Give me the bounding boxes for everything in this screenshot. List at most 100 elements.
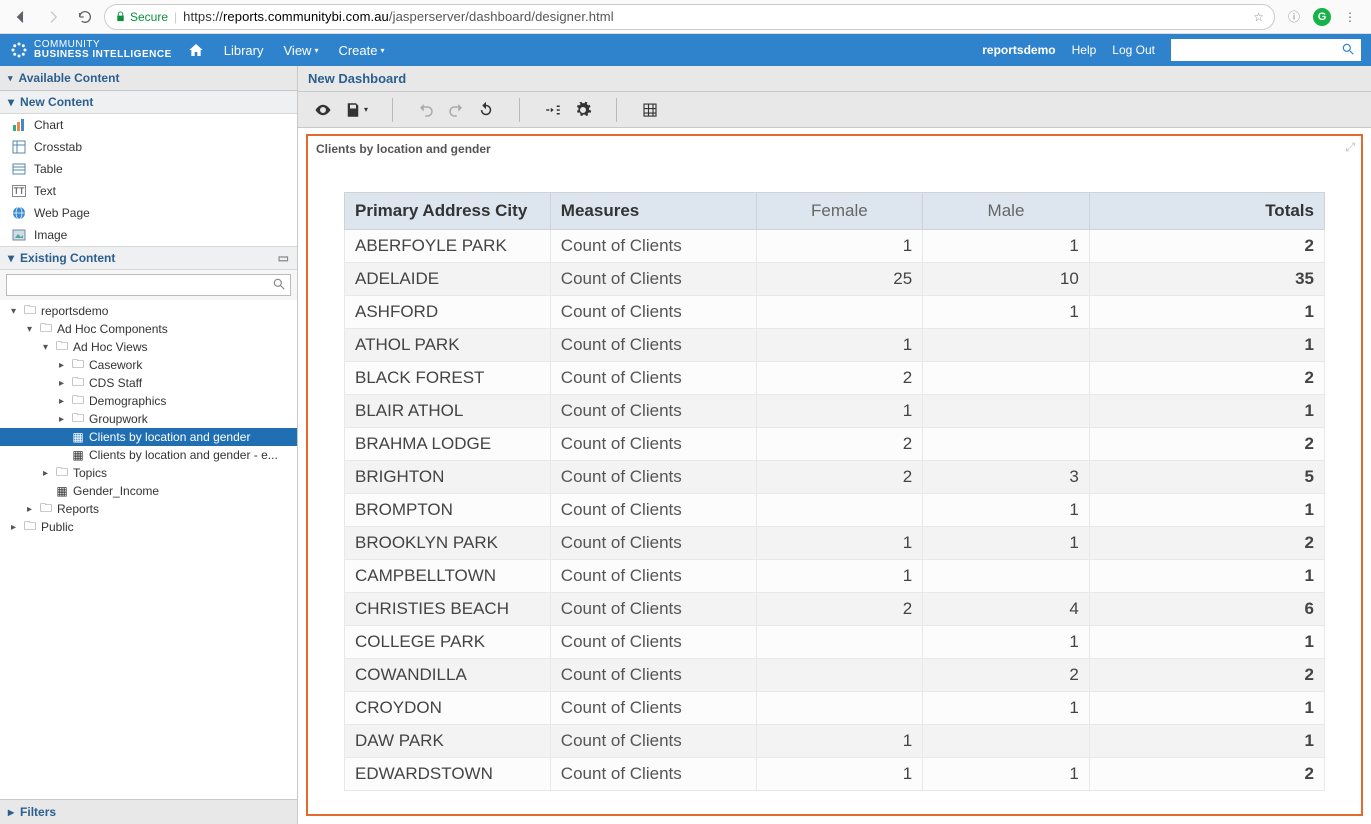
tree-gender-income[interactable]: ▦Gender_Income [0, 482, 297, 500]
folder-icon: 🗀 [39, 502, 53, 516]
nav-logout[interactable]: Log Out [1112, 43, 1155, 57]
existing-content-header[interactable]: ▾ Existing Content ▭ [0, 247, 297, 270]
table-row[interactable]: COLLEGE PARKCount of Clients11 [345, 626, 1325, 659]
col-header-totals[interactable]: Totals [1089, 193, 1324, 230]
expand-icon[interactable]: ▸ [56, 378, 67, 389]
nav-view[interactable]: View▾ [284, 43, 319, 58]
tree-topics[interactable]: ▸🗀Topics [0, 464, 297, 482]
undo-icon[interactable] [417, 101, 435, 119]
table-row[interactable]: COWANDILLACount of Clients22 [345, 659, 1325, 692]
reset-icon[interactable] [477, 101, 495, 119]
col-header-male[interactable]: Male [923, 193, 1090, 230]
nav-help[interactable]: Help [1072, 43, 1097, 57]
chevron-right-icon: ▸ [8, 805, 14, 819]
properties-icon[interactable] [574, 101, 592, 119]
expand-icon[interactable]: ▸ [56, 360, 67, 371]
table-row[interactable]: BLAIR ATHOLCount of Clients11 [345, 395, 1325, 428]
col-header-measures[interactable]: Measures [550, 193, 756, 230]
table-row[interactable]: ADELAIDECount of Clients251035 [345, 263, 1325, 296]
info-icon[interactable]: ⓘ [1281, 4, 1307, 30]
table-row[interactable]: EDWARDSTOWNCount of Clients112 [345, 758, 1325, 791]
collapse-icon[interactable]: ▾ [24, 324, 35, 335]
report-table: Primary Address City Measures Female Mal… [344, 192, 1325, 791]
tree-adhoc-views[interactable]: ▾🗀Ad Hoc Views [0, 338, 297, 356]
tree-adhoc-components[interactable]: ▾🗀Ad Hoc Components [0, 320, 297, 338]
back-button[interactable] [8, 4, 34, 30]
search-icon[interactable] [272, 277, 286, 294]
table-row[interactable]: BRAHMA LODGECount of Clients22 [345, 428, 1325, 461]
new-crosstab-item[interactable]: Crosstab [0, 136, 297, 158]
table-row[interactable]: CROYDONCount of Clients11 [345, 692, 1325, 725]
search-icon[interactable] [1341, 42, 1355, 59]
table-row[interactable]: BROOKLYN PARKCount of Clients112 [345, 527, 1325, 560]
tree-reports[interactable]: ▸🗀Reports [0, 500, 297, 518]
redo-icon[interactable] [447, 101, 465, 119]
home-icon[interactable] [188, 42, 204, 58]
brand-logo[interactable]: COMMUNITYBUSINESS INTELLIGENCE [10, 40, 172, 60]
cell-measure: Count of Clients [550, 296, 756, 329]
tree-cds-staff[interactable]: ▸🗀CDS Staff [0, 374, 297, 392]
available-content-header[interactable]: ▾ Available Content [0, 66, 297, 91]
reload-button[interactable] [72, 4, 98, 30]
new-chart-item[interactable]: Chart [0, 114, 297, 136]
table-row[interactable]: BRIGHTONCount of Clients235 [345, 461, 1325, 494]
new-table-item[interactable]: Table [0, 158, 297, 180]
tree-root-reportsdemo[interactable]: ▾🗀reportsdemo [0, 302, 297, 320]
address-bar[interactable]: Secure | https://reports.communitybi.com… [104, 4, 1275, 30]
tree-clients-by-location-gender-e[interactable]: ▦Clients by location and gender - e... [0, 446, 297, 464]
dashboard-widget[interactable]: Clients by location and gender ⤢ Primary… [306, 134, 1363, 816]
main-nav: Library View▾ Create▾ [188, 42, 385, 58]
maximize-icon[interactable]: ⤢ [1345, 140, 1355, 155]
cell-measure: Count of Clients [550, 725, 756, 758]
global-search-input[interactable] [1177, 43, 1341, 57]
panel-options-icon[interactable]: ▭ [278, 251, 289, 265]
table-row[interactable]: BLACK FORESTCount of Clients22 [345, 362, 1325, 395]
new-image-item[interactable]: Image [0, 224, 297, 246]
tree-groupwork[interactable]: ▸🗀Groupwork [0, 410, 297, 428]
cell-total: 1 [1089, 329, 1324, 362]
table-row[interactable]: ABERFOYLE PARKCount of Clients112 [345, 230, 1325, 263]
secure-indicator: Secure [115, 10, 168, 24]
global-search[interactable] [1171, 39, 1361, 61]
expand-icon[interactable]: ▸ [40, 468, 51, 479]
table-row[interactable]: CAMPBELLTOWNCount of Clients11 [345, 560, 1325, 593]
forward-button[interactable] [40, 4, 66, 30]
expand-icon[interactable]: ▸ [24, 504, 35, 515]
save-button[interactable]: ▾ [344, 101, 368, 119]
collapse-icon[interactable]: ▾ [8, 306, 19, 317]
nav-library[interactable]: Library [224, 43, 264, 58]
nav-create[interactable]: Create▾ [338, 43, 384, 58]
grid-icon[interactable] [641, 101, 659, 119]
lock-icon [115, 11, 126, 22]
input-controls-icon[interactable] [544, 101, 562, 119]
new-text-item[interactable]: TTText [0, 180, 297, 202]
new-content-header[interactable]: ▾ New Content [0, 91, 297, 114]
content-search-input[interactable] [6, 274, 291, 296]
current-user[interactable]: reportsdemo [982, 43, 1055, 57]
new-webpage-item[interactable]: Web Page [0, 202, 297, 224]
grammarly-extension-icon[interactable]: G [1313, 8, 1331, 26]
expand-icon[interactable]: ▸ [56, 396, 67, 407]
cell-female: 2 [756, 593, 923, 626]
table-row[interactable]: ASHFORDCount of Clients11 [345, 296, 1325, 329]
table-row[interactable]: ATHOL PARKCount of Clients11 [345, 329, 1325, 362]
browser-menu-icon[interactable]: ⋮ [1337, 4, 1363, 30]
cell-female: 1 [756, 329, 923, 362]
col-header-female[interactable]: Female [756, 193, 923, 230]
table-row[interactable]: BROMPTONCount of Clients11 [345, 494, 1325, 527]
tree-demographics[interactable]: ▸🗀Demographics [0, 392, 297, 410]
tree-public[interactable]: ▸🗀Public [0, 518, 297, 536]
preview-icon[interactable] [314, 101, 332, 119]
filters-header[interactable]: ▸ Filters [0, 799, 297, 824]
collapse-icon[interactable]: ▾ [40, 342, 51, 353]
table-row[interactable]: CHRISTIES BEACHCount of Clients246 [345, 593, 1325, 626]
table-row[interactable]: DAW PARKCount of Clients11 [345, 725, 1325, 758]
tree-clients-by-location-gender[interactable]: ▦Clients by location and gender [0, 428, 297, 446]
folder-icon: 🗀 [39, 322, 53, 336]
tree-casework[interactable]: ▸🗀Casework [0, 356, 297, 374]
bookmark-star-icon[interactable]: ☆ [1253, 10, 1264, 24]
cell-total: 1 [1089, 725, 1324, 758]
expand-icon[interactable]: ▸ [56, 414, 67, 425]
col-header-city[interactable]: Primary Address City [345, 193, 551, 230]
expand-icon[interactable]: ▸ [8, 522, 19, 533]
